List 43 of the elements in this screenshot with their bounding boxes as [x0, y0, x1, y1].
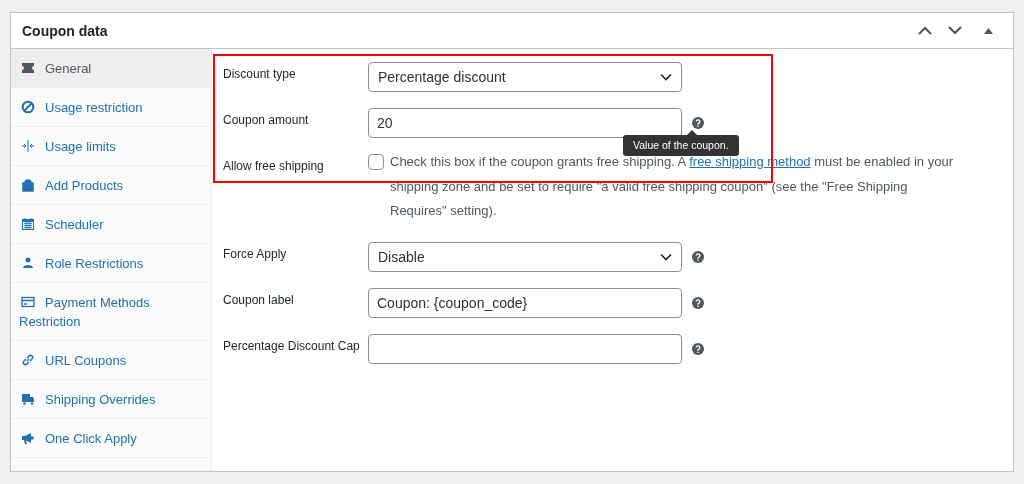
link-icon	[21, 353, 35, 367]
sidebar-tab[interactable]: Shipping Overrides	[11, 380, 211, 419]
megaphone-icon	[21, 431, 35, 445]
truck-icon	[21, 392, 35, 406]
bag-icon	[21, 178, 35, 192]
help-icon[interactable]	[692, 250, 704, 263]
field-label: Allow free shipping	[223, 158, 325, 174]
collapse-icon[interactable]	[984, 27, 993, 34]
input-field[interactable]: Coupon: {coupon_code}	[368, 287, 682, 318]
card-icon	[21, 295, 35, 309]
help-icon[interactable]	[692, 296, 704, 309]
sidebar-tab[interactable]: URL Coupons	[11, 341, 211, 380]
dropdown[interactable]: Disable	[368, 241, 682, 272]
move-up-icon[interactable]	[918, 26, 932, 35]
chevron-down-icon	[660, 252, 672, 261]
field-label: Percentage Discount Cap	[223, 337, 361, 354]
tooltip: Value of the coupon.	[623, 130, 739, 156]
chevron-down-icon	[660, 73, 672, 81]
move-down-icon[interactable]	[948, 26, 962, 35]
limits-icon	[21, 139, 35, 153]
sidebar-tab[interactable]: Payment Methods Restriction	[11, 283, 211, 341]
input-field[interactable]	[368, 333, 682, 364]
sidebar-tab[interactable]: One Click Apply	[11, 419, 211, 458]
field-label: Discount type	[223, 66, 297, 82]
input-field[interactable]: 20	[368, 108, 682, 138]
prohibited-icon	[21, 100, 35, 114]
field-label: Coupon amount	[223, 112, 310, 128]
dropdown[interactable]: Percentage discount	[368, 62, 682, 92]
ticket-icon	[21, 61, 35, 75]
person-icon	[21, 256, 35, 270]
field-label: Coupon label	[223, 291, 295, 308]
calendar-icon	[21, 217, 35, 231]
sidebar-tab[interactable]: Usage limits	[11, 127, 211, 166]
sidebar-tab[interactable]: Scheduler	[11, 205, 211, 244]
field-label: Force Apply	[223, 245, 288, 262]
sidebar-tab[interactable]: Usage restriction	[11, 88, 211, 127]
sidebar-tab[interactable]: Role Restrictions	[11, 244, 211, 283]
help-icon[interactable]	[692, 342, 704, 355]
sidebar-tab[interactable]: General	[11, 49, 211, 88]
checkbox[interactable]	[368, 154, 384, 170]
help-icon[interactable]	[692, 117, 704, 129]
sidebar-tab[interactable]: Add Products	[11, 166, 211, 205]
panel-title: Coupon data	[22, 22, 108, 39]
